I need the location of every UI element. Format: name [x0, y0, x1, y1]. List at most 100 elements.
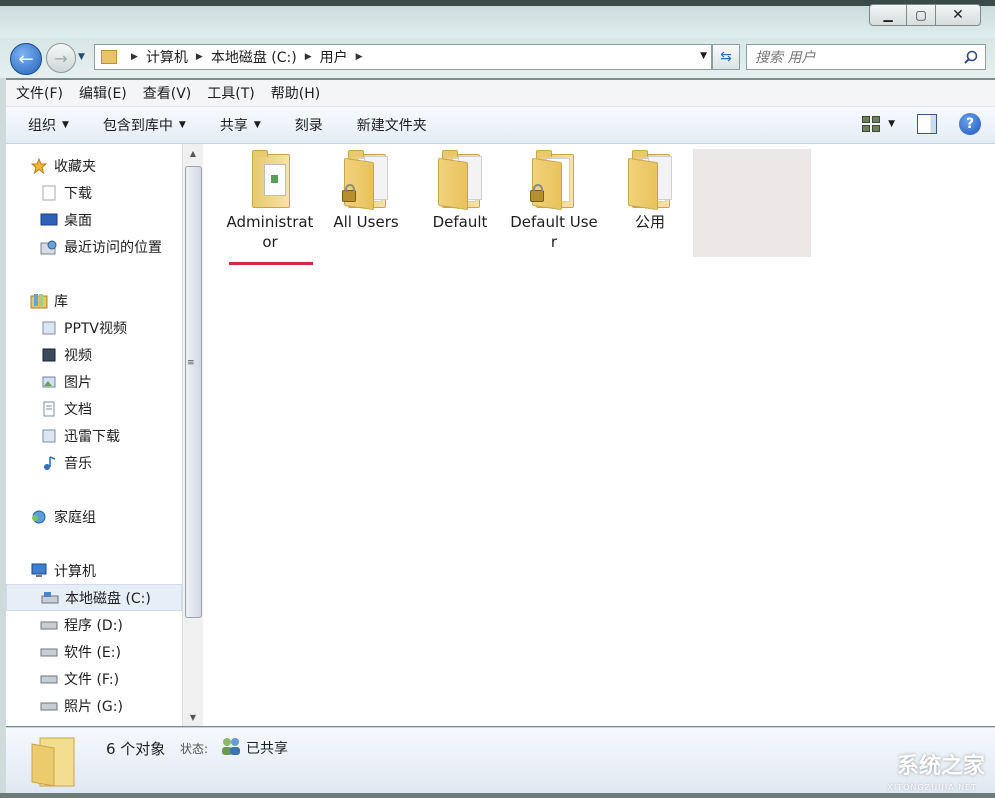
- address-bar[interactable]: ▶ 计算机 ▶ 本地磁盘 (C:) ▶ 用户 ▶ ▼: [94, 44, 712, 70]
- sidebar-item-videos[interactable]: 视频: [6, 341, 182, 368]
- folder-icon: [438, 150, 482, 211]
- new-folder-button[interactable]: 新建文件夹: [357, 115, 427, 135]
- menu-file[interactable]: 文件(F): [16, 83, 63, 103]
- hidden-item-tile[interactable]: [693, 149, 811, 257]
- preview-pane-icon[interactable]: [917, 114, 937, 134]
- toolbar-right: ▼ ?: [862, 113, 981, 135]
- breadcrumb-separator[interactable]: ▶: [131, 52, 138, 62]
- view-options-chevron-icon[interactable]: ▼: [888, 119, 895, 129]
- music-icon: [40, 455, 58, 471]
- sidebar-item-drive-e[interactable]: 软件 (E:): [6, 638, 182, 665]
- maximize-button[interactable]: ▢: [907, 4, 936, 26]
- scroll-down-arrow[interactable]: ▼: [183, 708, 203, 726]
- sidebar-item-music[interactable]: 音乐: [6, 449, 182, 476]
- breadcrumb-computer[interactable]: 计算机: [146, 47, 188, 67]
- folder-public[interactable]: 公用: [605, 150, 695, 232]
- folder-icon: [30, 734, 80, 788]
- lock-icon: [342, 184, 356, 202]
- menu-view[interactable]: 查看(V): [143, 83, 192, 103]
- window-frame-bottom: [0, 793, 995, 798]
- system-drive-icon: [41, 590, 59, 606]
- breadcrumb-separator[interactable]: ▶: [196, 52, 203, 62]
- drive-icon: [40, 671, 58, 687]
- lock-icon: [530, 184, 544, 202]
- sidebar-libraries[interactable]: 库: [6, 287, 182, 314]
- sidebar-label: 桌面: [64, 212, 92, 229]
- share-label: 共享: [219, 118, 248, 134]
- sidebar-item-local-disk-c[interactable]: 本地磁盘 (C:): [6, 584, 182, 611]
- drive-icon: [40, 617, 58, 633]
- close-button[interactable]: ✕: [936, 4, 981, 26]
- search-box[interactable]: 搜索 用户: [746, 44, 986, 70]
- sidebar-label: 计算机: [54, 563, 96, 580]
- folder-default[interactable]: Default: [415, 150, 505, 232]
- folder-label: 公用: [634, 213, 665, 231]
- search-icon[interactable]: [961, 47, 981, 67]
- command-bar: 组织 ▼ 包含到库中 ▼ 共享 ▼ 刻录 新建文件夹 ▼ ?: [6, 107, 995, 144]
- sidebar-item-drive-d[interactable]: 程序 (D:): [6, 611, 182, 638]
- sidebar-homegroup[interactable]: 家庭组: [6, 503, 182, 530]
- address-dropdown[interactable]: ▼: [700, 51, 707, 61]
- menu-edit[interactable]: 编辑(E): [79, 83, 127, 103]
- menu-help[interactable]: 帮助(H): [271, 83, 320, 103]
- sidebar-item-desktop[interactable]: 桌面: [6, 206, 182, 233]
- menu-tools[interactable]: 工具(T): [207, 83, 254, 103]
- burn-button[interactable]: 刻录: [295, 115, 323, 135]
- sidebar-label: 文档: [64, 401, 92, 418]
- back-button[interactable]: ←: [10, 43, 42, 75]
- recent-pages-dropdown[interactable]: ▼: [78, 52, 85, 62]
- homegroup-icon: [30, 509, 48, 525]
- sidebar-item-thunder-downloads[interactable]: 迅雷下载: [6, 422, 182, 449]
- help-icon[interactable]: ?: [959, 113, 981, 135]
- sidebar-label: 文件 (F:): [64, 671, 120, 688]
- change-view-icon[interactable]: [862, 116, 881, 132]
- breadcrumb-separator[interactable]: ▶: [305, 52, 312, 62]
- folder-label: Default: [432, 213, 488, 231]
- sidebar-item-pictures[interactable]: 图片: [6, 368, 182, 395]
- navigation-pane-scrollbar[interactable]: ▲ ≡ ▼: [182, 144, 203, 726]
- navigation-bar: ← → ▼ ▶ 计算机 ▶ 本地磁盘 (C:) ▶ 用户 ▶ ▼ ⇆ 搜索 用户: [0, 38, 995, 78]
- state-label: 状态:: [180, 742, 209, 756]
- folder-all-users[interactable]: All Users: [321, 150, 411, 232]
- include-label: 包含到库中: [102, 118, 173, 134]
- sidebar-label: PPTV视频: [64, 320, 128, 337]
- search-input[interactable]: 搜索 用户: [755, 47, 961, 67]
- organize-button[interactable]: 组织 ▼: [28, 115, 69, 135]
- organize-label: 组织: [28, 118, 56, 134]
- sidebar-item-drive-f[interactable]: 文件 (F:): [6, 665, 182, 692]
- breadcrumb-users[interactable]: 用户: [320, 47, 348, 67]
- sidebar-item-recent-places[interactable]: 最近访问的位置: [6, 233, 182, 260]
- folder-administrator[interactable]: Administrator: [225, 150, 315, 252]
- sidebar-label: 音乐: [64, 455, 92, 472]
- file-list-area[interactable]: Administrator All Users Default Default …: [203, 144, 995, 726]
- breadcrumb-local-disk[interactable]: 本地磁盘 (C:): [211, 47, 297, 67]
- sidebar-computer[interactable]: 计算机: [6, 557, 182, 584]
- include-in-library-button[interactable]: 包含到库中 ▼: [103, 115, 186, 135]
- video-icon: [40, 347, 58, 363]
- library-folder-icon: [40, 320, 58, 336]
- sidebar-item-downloads[interactable]: 下载: [6, 179, 182, 206]
- share-button[interactable]: 共享 ▼: [220, 115, 261, 135]
- sidebar-favorites[interactable]: 收藏夹: [6, 152, 182, 179]
- sidebar-item-pptv[interactable]: PPTV视频: [6, 314, 182, 341]
- folder-default-user[interactable]: Default User: [509, 150, 599, 252]
- sidebar-label: 家庭组: [54, 509, 96, 526]
- recent-places-icon: [40, 239, 58, 255]
- breadcrumb-separator[interactable]: ▶: [356, 52, 363, 62]
- refresh-button[interactable]: ⇆: [712, 44, 740, 70]
- highlight-underline: [229, 262, 313, 265]
- drive-icon: [40, 644, 58, 660]
- folder-label: Default User: [510, 213, 598, 251]
- computer-icon: [30, 563, 48, 579]
- navigation-pane: 收藏夹 下载 桌面 最近访问的位置 库 PPTV视频 视频 图片 文档 迅雷下载…: [6, 144, 182, 726]
- title-bar: ▁ ▢ ✕: [0, 0, 995, 40]
- minimize-button[interactable]: ▁: [869, 4, 907, 26]
- sidebar-label: 下载: [64, 185, 92, 202]
- forward-button[interactable]: →: [46, 43, 76, 73]
- sidebar-label: 软件 (E:): [64, 644, 121, 661]
- scroll-thumb[interactable]: [185, 166, 202, 618]
- sidebar-item-documents[interactable]: 文档: [6, 395, 182, 422]
- sidebar-item-drive-g[interactable]: 照片 (G:): [6, 692, 182, 719]
- watermark-logo: 系统之家: [896, 754, 985, 779]
- scroll-up-arrow[interactable]: ▲: [183, 144, 203, 162]
